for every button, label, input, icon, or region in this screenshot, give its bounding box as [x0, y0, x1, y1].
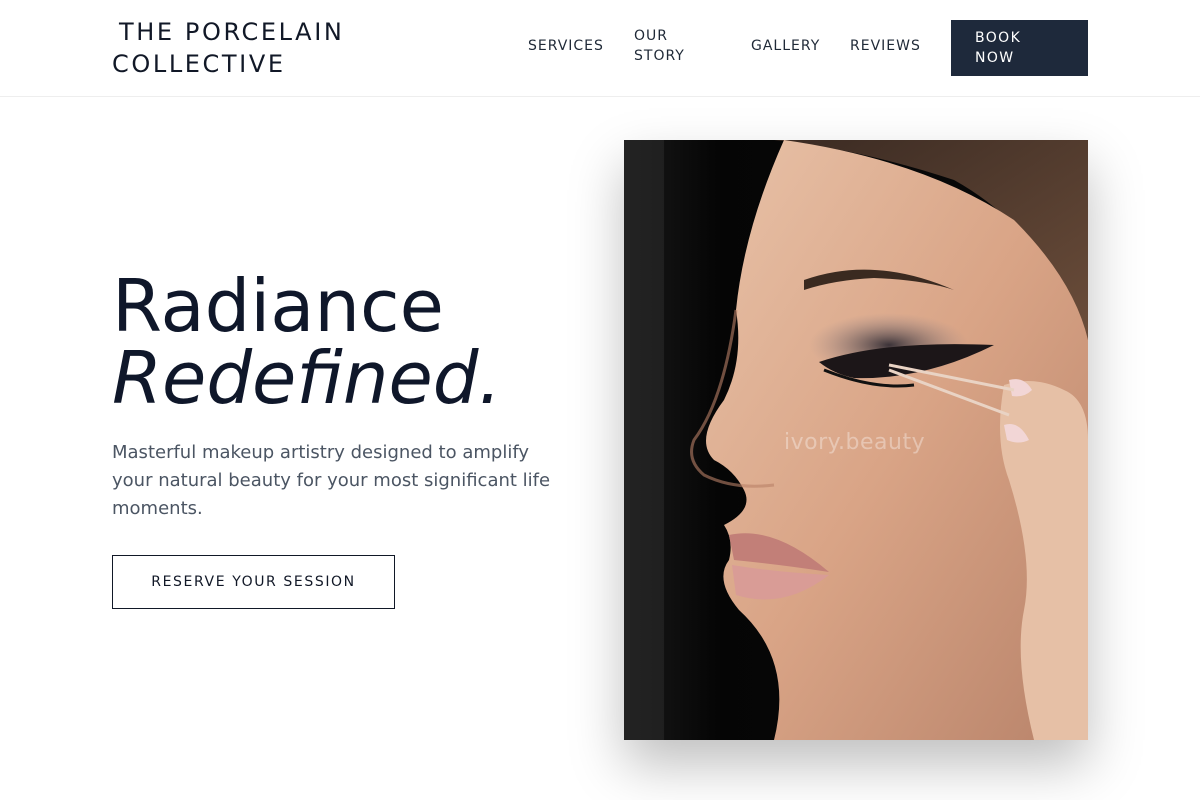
hero-title-line2: Redefined. [112, 336, 502, 420]
nav-services[interactable]: SERVICES [528, 36, 604, 56]
hero-title: Radiance Redefined. [112, 270, 501, 414]
image-watermark: ivory.beauty [784, 430, 926, 455]
hero-image: ivory.beauty [624, 140, 1088, 740]
book-now-line2: NOW [975, 50, 1015, 66]
book-now-button[interactable]: BOOK NOW [951, 20, 1088, 76]
reserve-session-button[interactable]: RESERVE YOUR SESSION [112, 555, 395, 609]
nav-reviews[interactable]: REVIEWS [850, 36, 921, 56]
book-now-line1: BOOK [975, 30, 1022, 46]
brand-name-line2: COLLECTIVE [112, 50, 286, 78]
brand-name-line1: THE PORCELAIN [119, 18, 345, 46]
site-header: THE PORCELAIN COLLECTIVE SERVICES OUR ST… [0, 0, 1200, 97]
nav-our-story-line2: STORY [634, 48, 685, 64]
nav-gallery[interactable]: GALLERY [751, 36, 820, 56]
hero-description: Masterful makeup artistry designed to am… [112, 442, 551, 519]
hero-title-line1: Radiance [112, 264, 444, 348]
nav-our-story[interactable]: OUR STORY [634, 26, 714, 66]
nav-our-story-line1: OUR [634, 28, 668, 44]
brand-logo[interactable]: THE PORCELAIN COLLECTIVE [112, 16, 372, 80]
